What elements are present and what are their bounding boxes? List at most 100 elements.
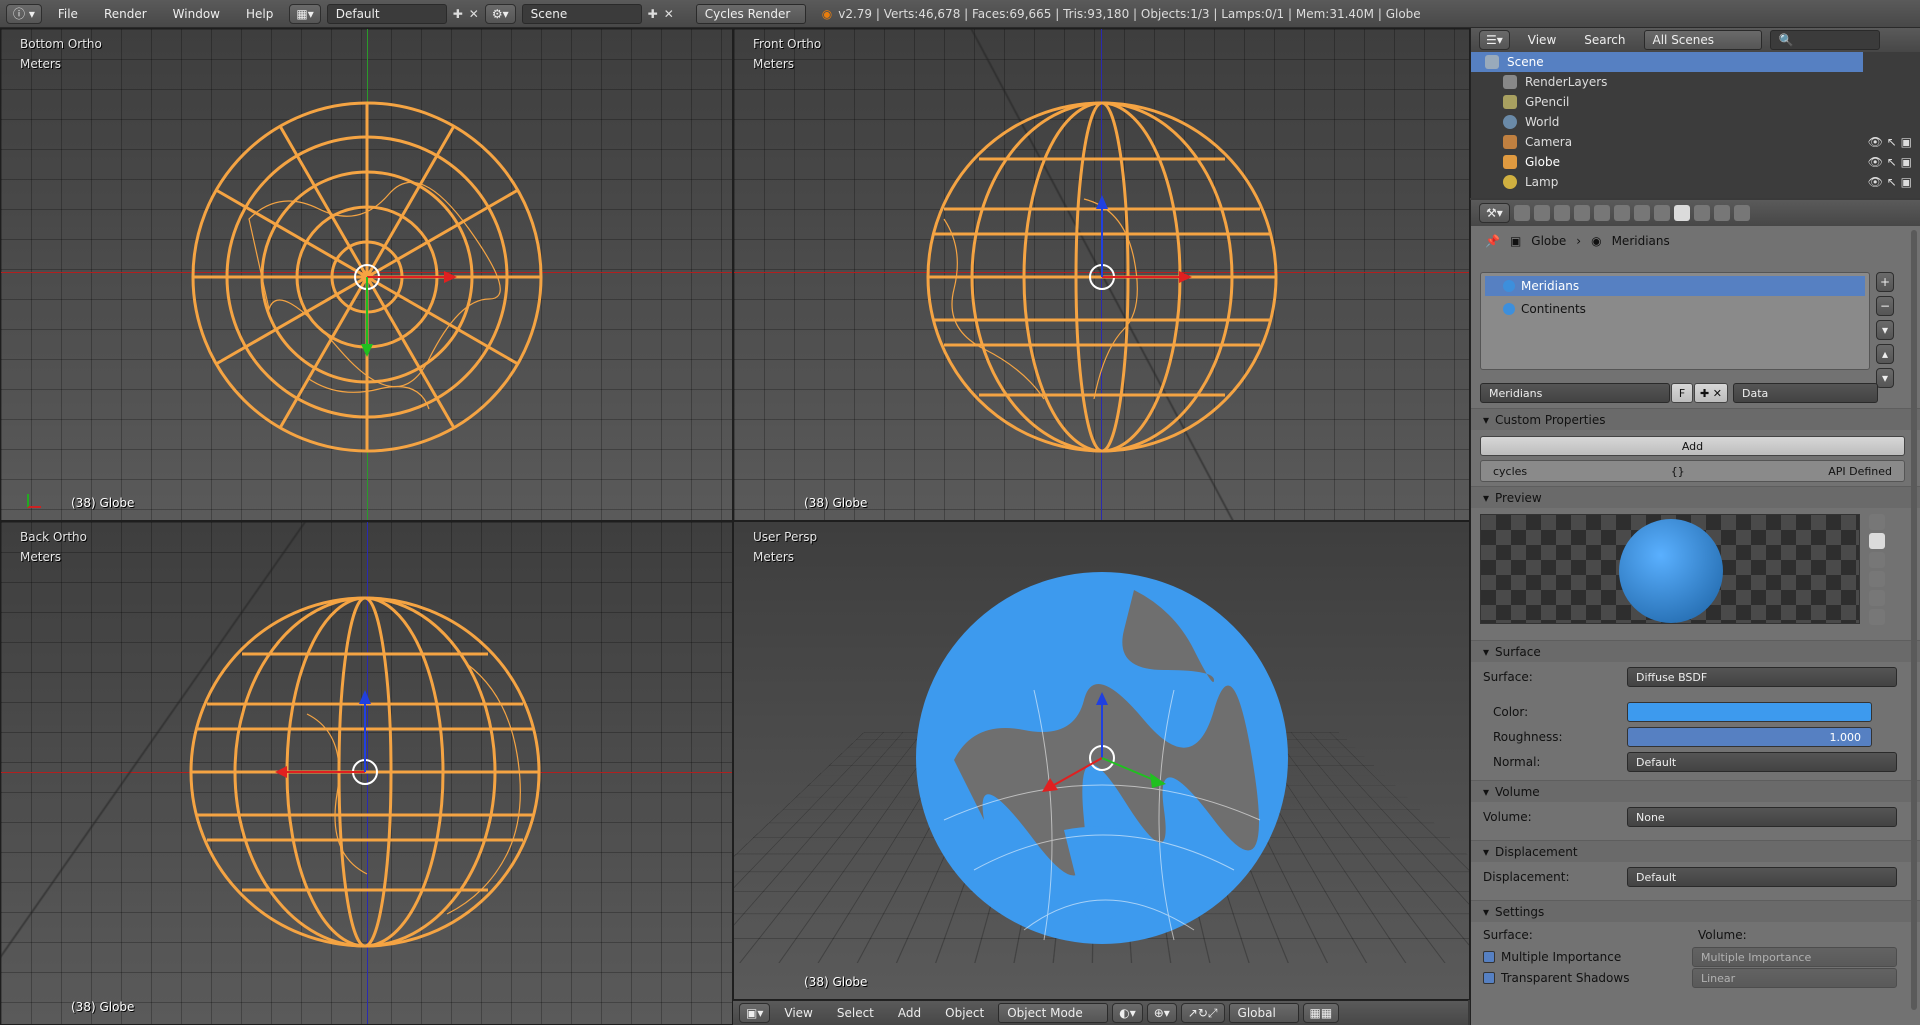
transparent-shadows-row[interactable]: Transparent Shadows <box>1471 966 1641 990</box>
object-tab-icon[interactable] <box>1593 205 1610 221</box>
menu-window[interactable]: Window <box>163 7 230 21</box>
texture-tab-icon[interactable] <box>1693 205 1710 221</box>
preview-hair-icon[interactable] <box>1869 590 1885 606</box>
material-name-field[interactable]: Meridians <box>1480 383 1670 403</box>
scene-filter-select[interactable]: All Scenes <box>1643 30 1762 50</box>
outliner-search-input[interactable]: 🔍 <box>1769 30 1880 50</box>
menu-render[interactable]: Render <box>94 7 157 21</box>
layers-tab-icon[interactable] <box>1533 205 1550 221</box>
outliner-row-scene[interactable]: Scene <box>1471 52 1863 72</box>
menu-file[interactable]: File <box>48 7 88 21</box>
scene-icon[interactable]: ⚙▾ <box>484 3 516 24</box>
layers-icon[interactable]: ▦▦ <box>1302 1003 1340 1023</box>
remove-slot-icon[interactable]: − <box>1876 296 1894 316</box>
visibility-eye-icon[interactable]: 👁 ↖ ▣ <box>1868 155 1912 169</box>
properties-editor-icon[interactable]: ⚒▾ <box>1479 203 1510 223</box>
preview-cube-icon[interactable] <box>1869 552 1885 568</box>
check-icon[interactable] <box>1483 951 1495 963</box>
menu-select[interactable]: Select <box>827 1006 884 1020</box>
close-layout-icon[interactable]: ✕ <box>469 7 479 21</box>
pin-icon[interactable]: 📌 <box>1485 234 1500 248</box>
outliner-row-renderlayers[interactable]: RenderLayers <box>1471 72 1920 92</box>
panel-preview[interactable]: ▾ Preview <box>1471 486 1920 508</box>
material-slot-meridians[interactable]: Meridians <box>1485 276 1865 296</box>
globe-wireframe-front[interactable] <box>924 99 1280 455</box>
normal-select[interactable]: Default <box>1627 752 1897 772</box>
outliner-row-lamp[interactable]: Lamp 👁 ↖ ▣ <box>1471 172 1920 192</box>
panel-volume[interactable]: ▾ Volume <box>1471 780 1920 802</box>
displacement-select[interactable]: Default <box>1627 867 1897 887</box>
material-slot-list[interactable]: Meridians Continents <box>1480 272 1870 370</box>
orientation-select[interactable]: Global <box>1228 1003 1299 1023</box>
viewport-front-ortho[interactable]: Front Ortho Meters (38) Globe <box>733 28 1470 521</box>
panel-surface[interactable]: ▾ Surface <box>1471 640 1920 662</box>
outliner-row-globe[interactable]: Globe 👁 ↖ ▣ <box>1471 152 1920 172</box>
panel-displacement[interactable]: ▾ Displacement <box>1471 840 1920 862</box>
add-scene-icon[interactable]: ✚ <box>648 7 658 21</box>
roughness-slider[interactable]: 1.000 <box>1627 727 1872 747</box>
menu-add[interactable]: Add <box>888 1006 931 1020</box>
data-tab-icon[interactable] <box>1653 205 1670 221</box>
scene-field[interactable]: Scene <box>521 3 642 24</box>
add-slot-icon[interactable]: + <box>1876 272 1894 292</box>
preview-monkey-icon[interactable] <box>1869 571 1885 587</box>
globe-wireframe-polar[interactable] <box>189 99 545 455</box>
preview-spheres-icon[interactable] <box>1869 609 1885 625</box>
panel-settings[interactable]: ▾ Settings <box>1471 900 1920 922</box>
outliner-row-gpencil[interactable]: GPencil <box>1471 92 1920 112</box>
move-up-icon[interactable]: ▴ <box>1876 344 1894 364</box>
layout-icon[interactable]: ▦▾ <box>289 3 321 24</box>
interpolation-select[interactable]: Linear <box>1692 968 1897 988</box>
move-down-icon[interactable]: ▾ <box>1876 368 1894 388</box>
viewport-back-ortho[interactable]: Back Ortho Meters (38) Globe <box>0 521 733 1025</box>
globe-render-persp[interactable] <box>914 570 1290 946</box>
viewport-bottom-ortho[interactable]: Bottom Ortho Meters (38) Globe <box>0 28 733 521</box>
panel-custom-properties[interactable]: ▾ Custom Properties <box>1471 408 1920 430</box>
render-tab-icon[interactable] <box>1513 205 1530 221</box>
preview-sphere-icon[interactable] <box>1869 533 1885 549</box>
menu-help[interactable]: Help <box>236 7 283 21</box>
properties-scrollbar[interactable] <box>1911 230 1917 1010</box>
render-engine-select[interactable]: Cycles Render <box>695 3 806 24</box>
outliner-editor-icon[interactable]: ☰▾ <box>1479 30 1510 50</box>
preview-flat-icon[interactable] <box>1869 514 1885 530</box>
world-tab-icon[interactable] <box>1573 205 1590 221</box>
check-icon[interactable] <box>1483 972 1495 984</box>
visibility-eye-icon[interactable]: 👁 ↖ ▣ <box>1868 135 1912 149</box>
outliner-menu-view[interactable]: View <box>1518 33 1566 47</box>
layout-field[interactable]: Default <box>326 3 447 24</box>
menu-object[interactable]: Object <box>935 1006 994 1020</box>
add-layout-icon[interactable]: ✚ <box>453 7 463 21</box>
scene-tab-icon[interactable] <box>1553 205 1570 221</box>
editor-type-icon[interactable]: ▣▾ <box>739 1003 771 1023</box>
material-tab-icon[interactable] <box>1673 205 1690 221</box>
surface-shader-select[interactable]: Diffuse BSDF <box>1627 667 1897 687</box>
slot-menu-icon[interactable]: ▾ <box>1876 320 1894 340</box>
close-scene-icon[interactable]: ✕ <box>664 7 674 21</box>
outliner-row-world[interactable]: World <box>1471 112 1920 132</box>
globe-wireframe-back[interactable] <box>187 594 543 950</box>
constraints-tab-icon[interactable] <box>1613 205 1630 221</box>
add-property-button[interactable]: Add <box>1480 436 1905 456</box>
physics-tab-icon[interactable] <box>1733 205 1750 221</box>
pivot-icon[interactable]: ⊕▾ <box>1146 1003 1177 1023</box>
outliner-menu-search[interactable]: Search <box>1574 33 1635 47</box>
manipulator-icon[interactable]: ↗↻⤢ <box>1180 1003 1225 1023</box>
fake-user-button[interactable]: F <box>1671 383 1693 403</box>
color-swatch[interactable] <box>1627 702 1872 722</box>
particles-tab-icon[interactable] <box>1713 205 1730 221</box>
link-select[interactable]: Data <box>1733 383 1878 403</box>
shading-icon[interactable]: ◐▾ <box>1112 1003 1143 1023</box>
viewport-user-persp[interactable]: User Persp Meters (38) Globe <box>733 521 1470 1000</box>
outliner-row-camera[interactable]: Camera 👁 ↖ ▣ <box>1471 132 1920 152</box>
mode-select[interactable]: Object Mode <box>998 1003 1109 1023</box>
material-slot-continents[interactable]: Continents <box>1485 299 1865 319</box>
slot-side-buttons: + − ▾ ▴ ▾ <box>1876 272 1894 388</box>
info-editor-button[interactable]: ⓘ ▾ <box>6 3 42 24</box>
volume-select[interactable]: None <box>1627 807 1897 827</box>
modifiers-tab-icon[interactable] <box>1633 205 1650 221</box>
volume-sampling-select[interactable]: Multiple Importance <box>1692 947 1897 967</box>
menu-view[interactable]: View <box>774 1006 822 1020</box>
visibility-eye-icon[interactable]: 👁 ↖ ▣ <box>1868 175 1912 189</box>
material-new-close-icon[interactable]: ✚ ✕ <box>1694 383 1728 403</box>
